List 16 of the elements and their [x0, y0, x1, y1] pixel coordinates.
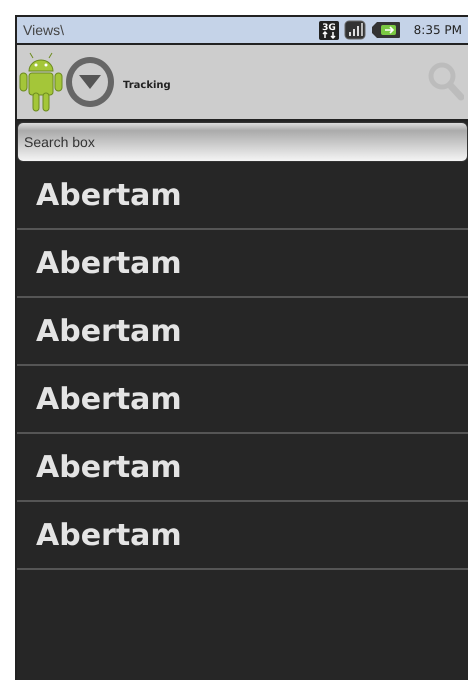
battery-icon: [370, 20, 401, 40]
list-item[interactable]: Abertam: [17, 366, 468, 434]
list-item[interactable]: Abertam: [17, 162, 468, 230]
list-item[interactable]: Abertam: [17, 502, 468, 570]
list-item[interactable]: Abertam: [17, 298, 468, 366]
list-item[interactable]: Abertam: [17, 434, 468, 502]
robot-icon: [19, 51, 63, 113]
search-field[interactable]: Search box: [17, 122, 468, 162]
dropdown-button[interactable]: [66, 57, 114, 107]
signal-icon: [344, 20, 366, 40]
toolbar-label: Tracking: [123, 80, 171, 90]
caret-icon: [79, 75, 101, 89]
list-item[interactable]: Abertam: [17, 230, 468, 298]
network-type-icon: 3G: [318, 20, 339, 40]
clock: 8:35 PM: [414, 23, 462, 37]
window-title: Views\: [23, 22, 64, 38]
